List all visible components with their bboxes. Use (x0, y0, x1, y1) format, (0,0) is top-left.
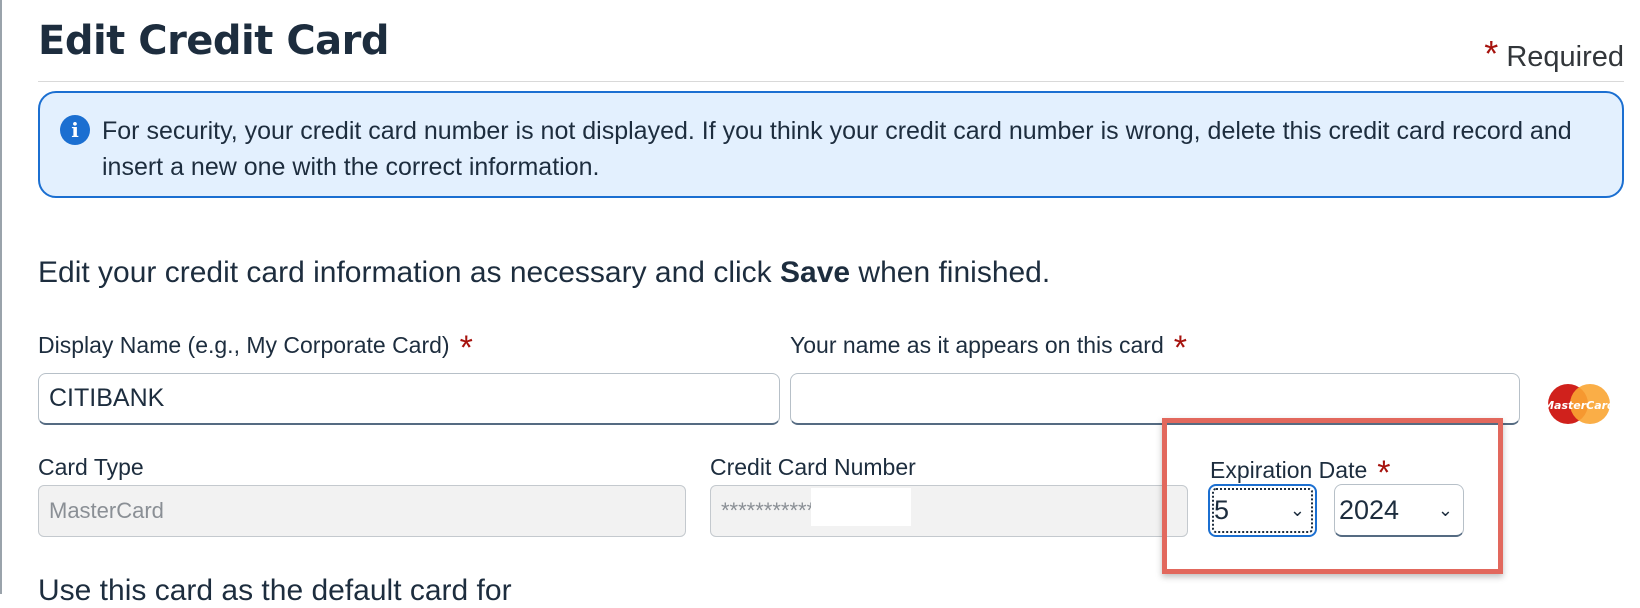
redaction-block (811, 488, 911, 526)
info-icon: i (60, 115, 90, 145)
expiration-date-highlight (1162, 418, 1503, 574)
required-star: * (1484, 33, 1499, 74)
card-holder-required-star: * (1173, 329, 1187, 367)
info-message-text: For security, your credit card number is… (102, 117, 1572, 181)
display-name-value: CITIBANK (49, 384, 165, 412)
display-name-required-star: * (459, 329, 473, 367)
mastercard-logo-text: MasterCard (1546, 399, 1612, 412)
card-type-label: Card Type (38, 454, 144, 481)
mastercard-logo-icon: MasterCard (1546, 384, 1612, 424)
page-title: Edit Credit Card (38, 18, 390, 64)
instructions-text: Edit your credit card information as nec… (38, 256, 1050, 290)
card-holder-label: Your name as it appears on this card * (790, 325, 1187, 365)
title-divider (38, 81, 1624, 82)
display-name-label: Display Name (e.g., My Corporate Card) * (38, 325, 473, 365)
required-label: Required (1506, 41, 1624, 73)
info-message-box: i For security, your credit card number … (38, 91, 1624, 198)
card-number-field: *********** (710, 485, 1188, 537)
card-type-field: MasterCard (38, 485, 686, 537)
card-number-label: Credit Card Number (710, 454, 916, 481)
default-card-text: Use this card as the default card for (38, 574, 512, 607)
display-name-input[interactable]: CITIBANK (38, 373, 780, 425)
instructions-suffix: when finished. (850, 256, 1051, 289)
card-number-label-text: Credit Card Number (710, 454, 916, 480)
instructions-save-word: Save (780, 256, 851, 289)
card-type-label-text: Card Type (38, 454, 144, 480)
left-border (0, 0, 2, 594)
card-number-value: *********** (721, 498, 816, 523)
card-type-value: MasterCard (49, 498, 164, 523)
instructions-prefix: Edit your credit card information as nec… (38, 256, 780, 289)
display-name-label-text: Display Name (e.g., My Corporate Card) (38, 332, 450, 358)
required-legend: * Required (1484, 36, 1624, 74)
card-holder-label-text: Your name as it appears on this card (790, 332, 1164, 358)
